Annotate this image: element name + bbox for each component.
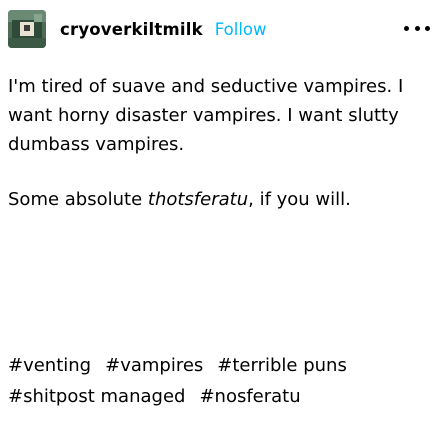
tag-terrible-puns[interactable]: #terrible puns: [217, 350, 347, 381]
tag-shitpost-managed[interactable]: #shitpost managed: [8, 381, 185, 412]
more-options-icon[interactable]: [404, 21, 430, 35]
dot: [425, 25, 430, 31]
paragraph-2-suffix: , if you will.: [248, 189, 351, 210]
avatar-image-icon: [8, 10, 46, 48]
dot: [414, 25, 420, 31]
post-paragraph-1: I'm tired of suave and seductive vampire…: [8, 76, 404, 155]
avatar[interactable]: [8, 10, 46, 48]
dot: [404, 25, 409, 31]
paragraph-2-prefix: Some absolute: [8, 189, 148, 210]
tag-vampires[interactable]: #vampires: [105, 350, 203, 381]
username[interactable]: cryoverkiltmilk: [60, 20, 203, 39]
post-paragraph-2: Some absolute thotsferatu, if you will.: [8, 185, 438, 214]
tag-venting[interactable]: #venting: [8, 350, 91, 381]
tag-nosferatu[interactable]: #nosferatu: [199, 381, 300, 412]
post-header: cryoverkiltmilk Follow: [8, 8, 434, 50]
post-tags: #venting #vampires #terrible puns #shitpos…: [8, 350, 438, 412]
follow-button[interactable]: Follow: [215, 20, 267, 39]
paragraph-2-italic: thotsferatu: [147, 189, 249, 210]
post-body: I'm tired of suave and seductive vampire…: [8, 72, 438, 214]
post-card: cryoverkiltmilk Follow I'm tired of suav…: [0, 0, 442, 442]
